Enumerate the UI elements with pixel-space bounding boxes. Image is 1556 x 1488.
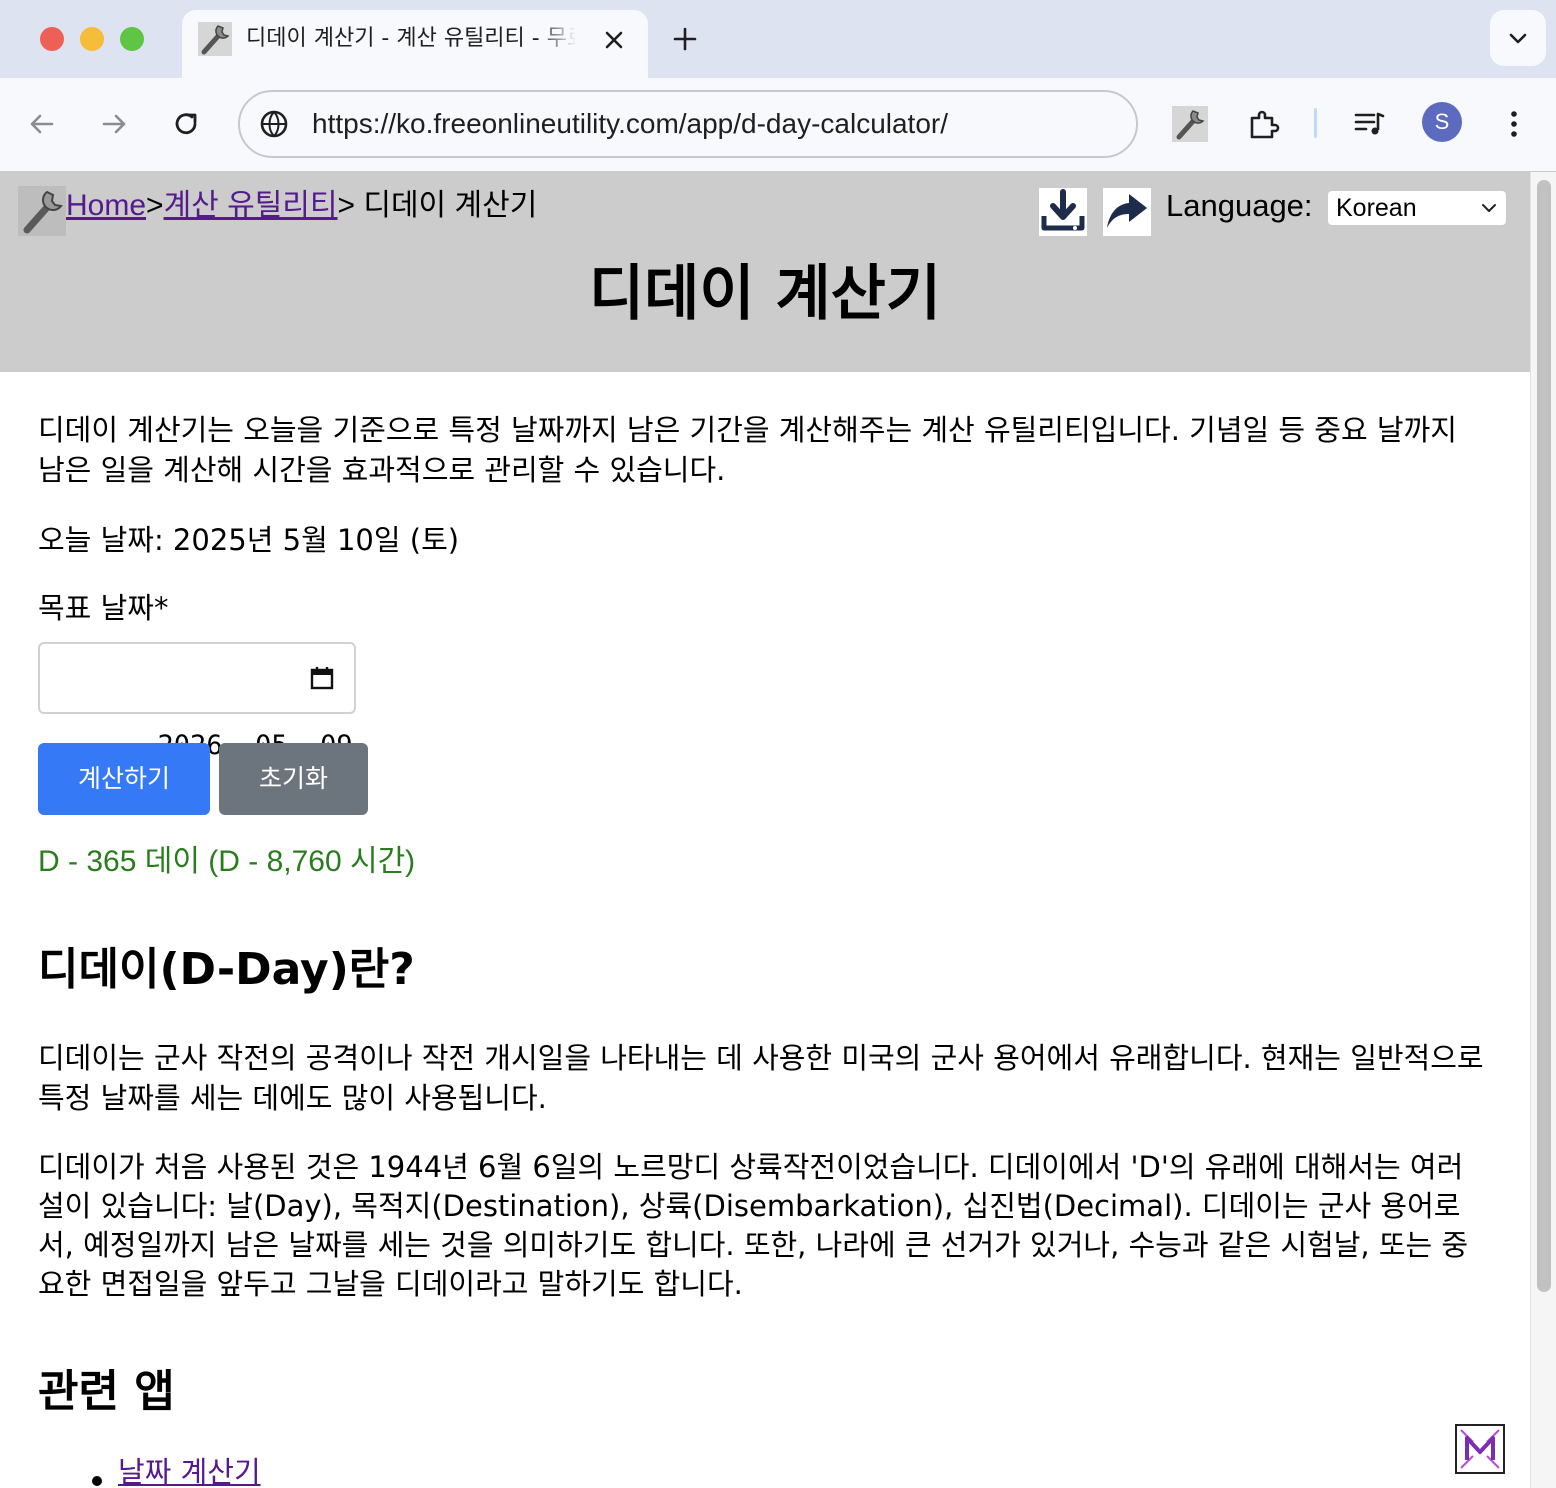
url-text: https://ko.freeonlineutility.com/app/d-d… [312, 108, 949, 139]
about-paragraph: 디데이는 군사 작전의 공격이나 작전 개시일을 나타내는 데 사용한 미국의 … [38, 1041, 1484, 1115]
list-item: 날짜 계산기 [38, 1452, 261, 1488]
breadcrumb: Home>계산 유틸리티> 디데이 계산기 [66, 186, 537, 226]
wrench-logo-icon[interactable] [18, 186, 66, 236]
tab-search-button[interactable] [1490, 10, 1546, 66]
about-heading: 디데이(D-Day)란? [38, 944, 415, 995]
language-label: Language: [1166, 188, 1313, 223]
back-icon[interactable] [24, 106, 60, 142]
calendar-icon[interactable] [308, 664, 336, 692]
related-apps-list: 날짜 계산기 [38, 1452, 261, 1488]
target-date-label: 목표 날짜* [38, 591, 169, 625]
breadcrumb-current: 디데이 계산기 [363, 189, 538, 222]
related-app-link[interactable]: 날짜 계산기 [118, 1455, 261, 1488]
tab-title: 디데이 계산기 - 계산 유틸리티 - 무료 온라인 유틸리티 [246, 26, 576, 51]
browser-toolbar: https://ko.freeonlineutility.com/app/d-d… [0, 78, 1556, 172]
browser-tabstrip: 디데이 계산기 - 계산 유틸리티 - 무료 온라인 유틸리티 [0, 0, 1556, 78]
floating-m-badge[interactable] [1455, 1424, 1505, 1474]
about-paragraph: 디데이가 처음 사용된 것은 1944년 6월 6일의 노르망디 상륙작전이었습… [38, 1150, 1469, 1301]
breadcrumb-home-link[interactable]: Home [66, 189, 146, 222]
extension-puzzle-icon[interactable] [1246, 106, 1282, 142]
active-tab[interactable]: 디데이 계산기 - 계산 유틸리티 - 무료 온라인 유틸리티 [182, 10, 648, 78]
breadcrumb-separator: > [146, 189, 164, 222]
breadcrumb-separator: > [337, 189, 364, 222]
window-close-button[interactable] [40, 27, 64, 51]
window-maximize-button[interactable] [120, 27, 144, 51]
reset-button[interactable]: 초기화 [219, 743, 368, 815]
forward-icon[interactable] [96, 106, 132, 142]
download-button[interactable] [1039, 188, 1087, 236]
more-vert-icon[interactable] [1496, 106, 1532, 142]
page-header: Home>계산 유틸리티> 디데이 계산기 Language: Korean 디… [0, 172, 1530, 372]
download-icon [1041, 189, 1085, 231]
result-text: D - 365 데이 (D - 8,760 시간) [38, 845, 416, 878]
chevron-down-icon [1509, 33, 1527, 44]
reload-icon[interactable] [168, 106, 204, 142]
page-scrollbar[interactable] [1530, 172, 1556, 1488]
profile-avatar[interactable]: S [1422, 102, 1462, 142]
m-logo-icon [1460, 1429, 1500, 1469]
wrench-extension-icon[interactable] [1172, 106, 1208, 142]
media-queue-icon[interactable] [1352, 106, 1388, 142]
close-icon[interactable] [600, 26, 628, 54]
page-viewport: Home>계산 유틸리티> 디데이 계산기 Language: Korean 디… [0, 172, 1530, 1488]
wrench-favicon-icon [198, 22, 232, 56]
scrollbar-thumb[interactable] [1537, 180, 1551, 1292]
calculate-button[interactable]: 계산하기 [38, 743, 210, 815]
target-date-input[interactable]: 2026. 05. 09. [38, 642, 369, 761]
share-icon [1107, 194, 1147, 228]
related-apps-heading: 관련 앱 [38, 1366, 175, 1417]
today-date-text: 오늘 날짜: 2025년 5월 10일 (토) [38, 523, 460, 557]
plus-icon[interactable] [668, 22, 702, 56]
site-info-icon[interactable] [258, 108, 290, 140]
address-bar[interactable]: https://ko.freeonlineutility.com/app/d-d… [238, 90, 1138, 158]
share-button[interactable] [1103, 188, 1151, 236]
breadcrumb-category-link[interactable]: 계산 유틸리티 [164, 189, 338, 222]
page-title: 디데이 계산기 [588, 259, 942, 329]
language-select-value: Korean [1336, 194, 1417, 222]
language-select[interactable]: Korean [1328, 191, 1506, 225]
intro-text: 디데이 계산기는 오늘을 기준으로 특정 날짜까지 남은 기간을 계산해주는 계… [38, 413, 1457, 487]
window-minimize-button[interactable] [80, 27, 104, 51]
toolbar-separator [1314, 108, 1317, 138]
chevron-down-icon [1482, 204, 1496, 212]
